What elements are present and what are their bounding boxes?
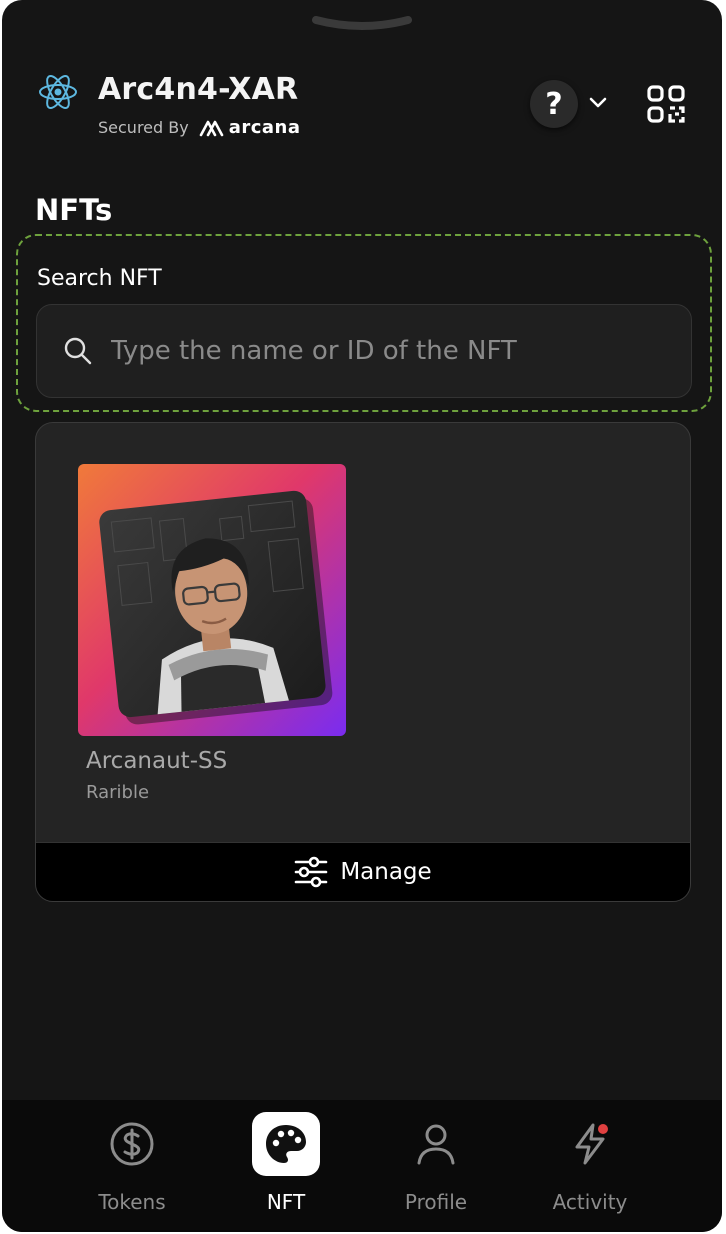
search-section: Search NFT	[16, 234, 712, 412]
nft-artwork	[78, 464, 346, 736]
sliders-icon	[295, 856, 328, 888]
bottom-nav: Tokens NFT Profile Activity	[2, 1100, 722, 1232]
nft-name: Arcanaut-SS	[86, 748, 228, 774]
secured-by-label: Secured By	[98, 118, 189, 137]
dollar-circle-icon	[110, 1122, 154, 1166]
nav-tokens-label: Tokens	[98, 1190, 166, 1214]
question-icon: ?	[545, 86, 563, 122]
secured-by: Secured By arcana	[98, 117, 301, 138]
nav-nft-label: NFT	[266, 1190, 306, 1214]
nav-activity-icon-wrap	[556, 1112, 624, 1176]
nft-collection: Rarible	[86, 782, 150, 803]
manage-button[interactable]: Manage	[36, 842, 690, 901]
lightning-icon	[575, 1123, 608, 1165]
nft-list-panel: Arcanaut-SS Rarible Manage	[35, 422, 691, 902]
header: Arc4n4-XAR Secured By arcana ?	[2, 0, 722, 160]
chevron-down-icon[interactable]	[588, 96, 608, 110]
search-label: Search NFT	[37, 266, 162, 291]
user-icon	[417, 1124, 455, 1165]
nav-activity-label: Activity	[552, 1190, 628, 1214]
nft-image[interactable]	[78, 464, 346, 736]
nav-profile[interactable]: Profile	[376, 1112, 496, 1222]
notification-dot	[598, 1124, 608, 1134]
nav-nft[interactable]: NFT	[226, 1112, 346, 1222]
nav-tokens-icon-wrap	[98, 1112, 166, 1176]
arcana-mark-icon	[199, 120, 224, 136]
search-box[interactable]	[36, 304, 692, 398]
nav-profile-label: Profile	[404, 1190, 468, 1214]
arcana-brand-text: arcana	[228, 117, 301, 138]
app-title: Arc4n4-XAR	[98, 72, 299, 107]
nft-card[interactable]: Arcanaut-SS Rarible	[78, 464, 348, 803]
nav-tokens[interactable]: Tokens	[72, 1112, 192, 1222]
help-button[interactable]: ?	[530, 80, 578, 128]
nav-profile-icon-wrap	[402, 1112, 470, 1176]
page-title: NFTs	[35, 193, 113, 227]
search-input[interactable]	[109, 335, 653, 367]
manage-label: Manage	[340, 859, 432, 885]
palette-icon	[266, 1125, 306, 1163]
search-icon	[64, 337, 92, 365]
arcana-logo: arcana	[199, 117, 301, 138]
nav-activity[interactable]: Activity	[530, 1112, 650, 1222]
wallet-panel: Arc4n4-XAR Secured By arcana ? NFTs Sear…	[2, 0, 722, 1232]
nav-nft-icon-wrap	[252, 1112, 320, 1176]
qr-scan-icon[interactable]	[644, 82, 688, 126]
react-atom-icon	[39, 75, 77, 109]
